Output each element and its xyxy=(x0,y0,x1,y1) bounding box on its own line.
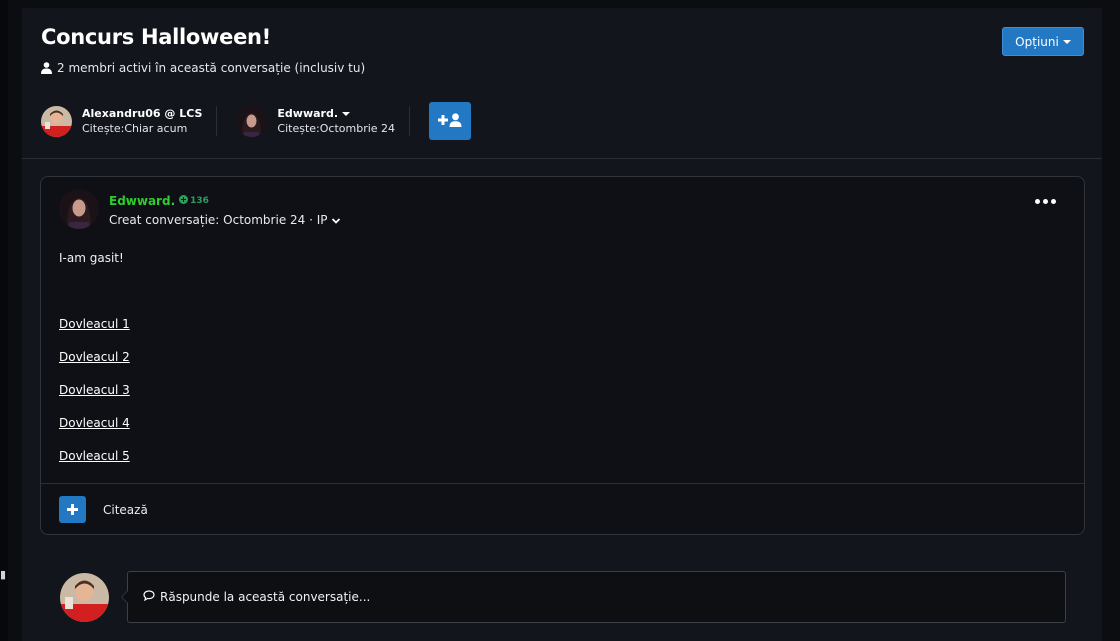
links-list: Dovleacul 1 Dovleacul 2 Dovleacul 3 Dovl… xyxy=(59,317,130,482)
divider xyxy=(216,106,218,136)
participant-name[interactable]: Edwward. xyxy=(277,107,395,120)
participant-name[interactable]: Alexandru06 @ LCS xyxy=(82,107,202,120)
post-text: I-am gasit! xyxy=(59,251,124,265)
avatar[interactable] xyxy=(236,105,268,137)
participant-status: Citește:Chiar acum xyxy=(82,122,188,135)
chevron-down-icon[interactable] xyxy=(331,213,340,227)
post-meta[interactable]: Creat conversație: Octombrie 24 · IP xyxy=(109,213,340,227)
post-card: Edwward. 136 Creat conversație: Octombri… xyxy=(40,176,1085,535)
comment-icon xyxy=(143,590,155,604)
reputation-count: 136 xyxy=(190,196,209,206)
members-info: 2 membri activi în această conversație (… xyxy=(41,61,365,75)
post-link[interactable]: Dovleacul 3 xyxy=(59,383,130,416)
divider xyxy=(409,106,411,136)
options-label: Opțiuni xyxy=(1015,34,1059,49)
post-link[interactable]: Dovleacul 1 xyxy=(59,317,130,350)
options-button[interactable]: Opțiuni xyxy=(1002,27,1084,56)
page-title: Concurs Halloween! xyxy=(41,25,271,49)
reply-placeholder: Răspunde la această conversație... xyxy=(160,590,371,604)
avatar[interactable] xyxy=(59,189,99,229)
add-user-icon xyxy=(438,112,462,131)
post-author-name[interactable]: Edwward. xyxy=(109,194,175,208)
reputation-icon xyxy=(179,195,189,207)
post-body: I-am gasit! Dovleacul 1 Dovleacul 2 Dovl… xyxy=(59,251,130,463)
avatar[interactable] xyxy=(41,105,72,137)
participant-status: Citește:Octombrie 24 xyxy=(277,122,396,135)
divider xyxy=(22,158,1102,159)
post-link[interactable]: Dovleacul 2 xyxy=(59,350,130,383)
participant-edwward[interactable]: Edwward. Citește:Octombrie 24 xyxy=(236,105,396,137)
post-meta-text: Creat conversație: Octombrie 24 · IP xyxy=(109,213,328,227)
avatar xyxy=(60,573,109,622)
members-text: 2 membri activi în această conversație (… xyxy=(57,61,366,75)
edge-marker: ▮ xyxy=(0,568,7,581)
quote-label[interactable]: Citează xyxy=(103,503,148,517)
caret-down-icon[interactable] xyxy=(342,111,351,116)
quote-button[interactable] xyxy=(59,496,86,523)
more-icon[interactable] xyxy=(1035,195,1056,208)
plus-icon xyxy=(67,500,78,519)
reply-input[interactable]: Răspunde la această conversație... xyxy=(121,571,1066,623)
participant-alexandru[interactable]: Alexandru06 @ LCS Citește:Chiar acum xyxy=(41,105,202,137)
caret-down-icon xyxy=(1062,39,1071,44)
post-link[interactable]: Dovleacul 5 xyxy=(59,449,130,482)
participants-list: Alexandru06 @ LCS Citește:Chiar acum Edw… xyxy=(41,101,472,141)
post-link[interactable]: Dovleacul 4 xyxy=(59,416,130,449)
divider xyxy=(41,483,1084,484)
add-participant-button[interactable] xyxy=(429,102,472,140)
user-icon xyxy=(41,62,52,74)
conversation-panel: Concurs Halloween! 2 membri activi în ac… xyxy=(22,8,1102,641)
participant-name-text: Edwward. xyxy=(277,107,339,120)
post-author[interactable]: Edwward. 136 xyxy=(109,194,209,208)
reputation-badge: 136 xyxy=(179,195,209,207)
left-edge xyxy=(0,0,8,641)
